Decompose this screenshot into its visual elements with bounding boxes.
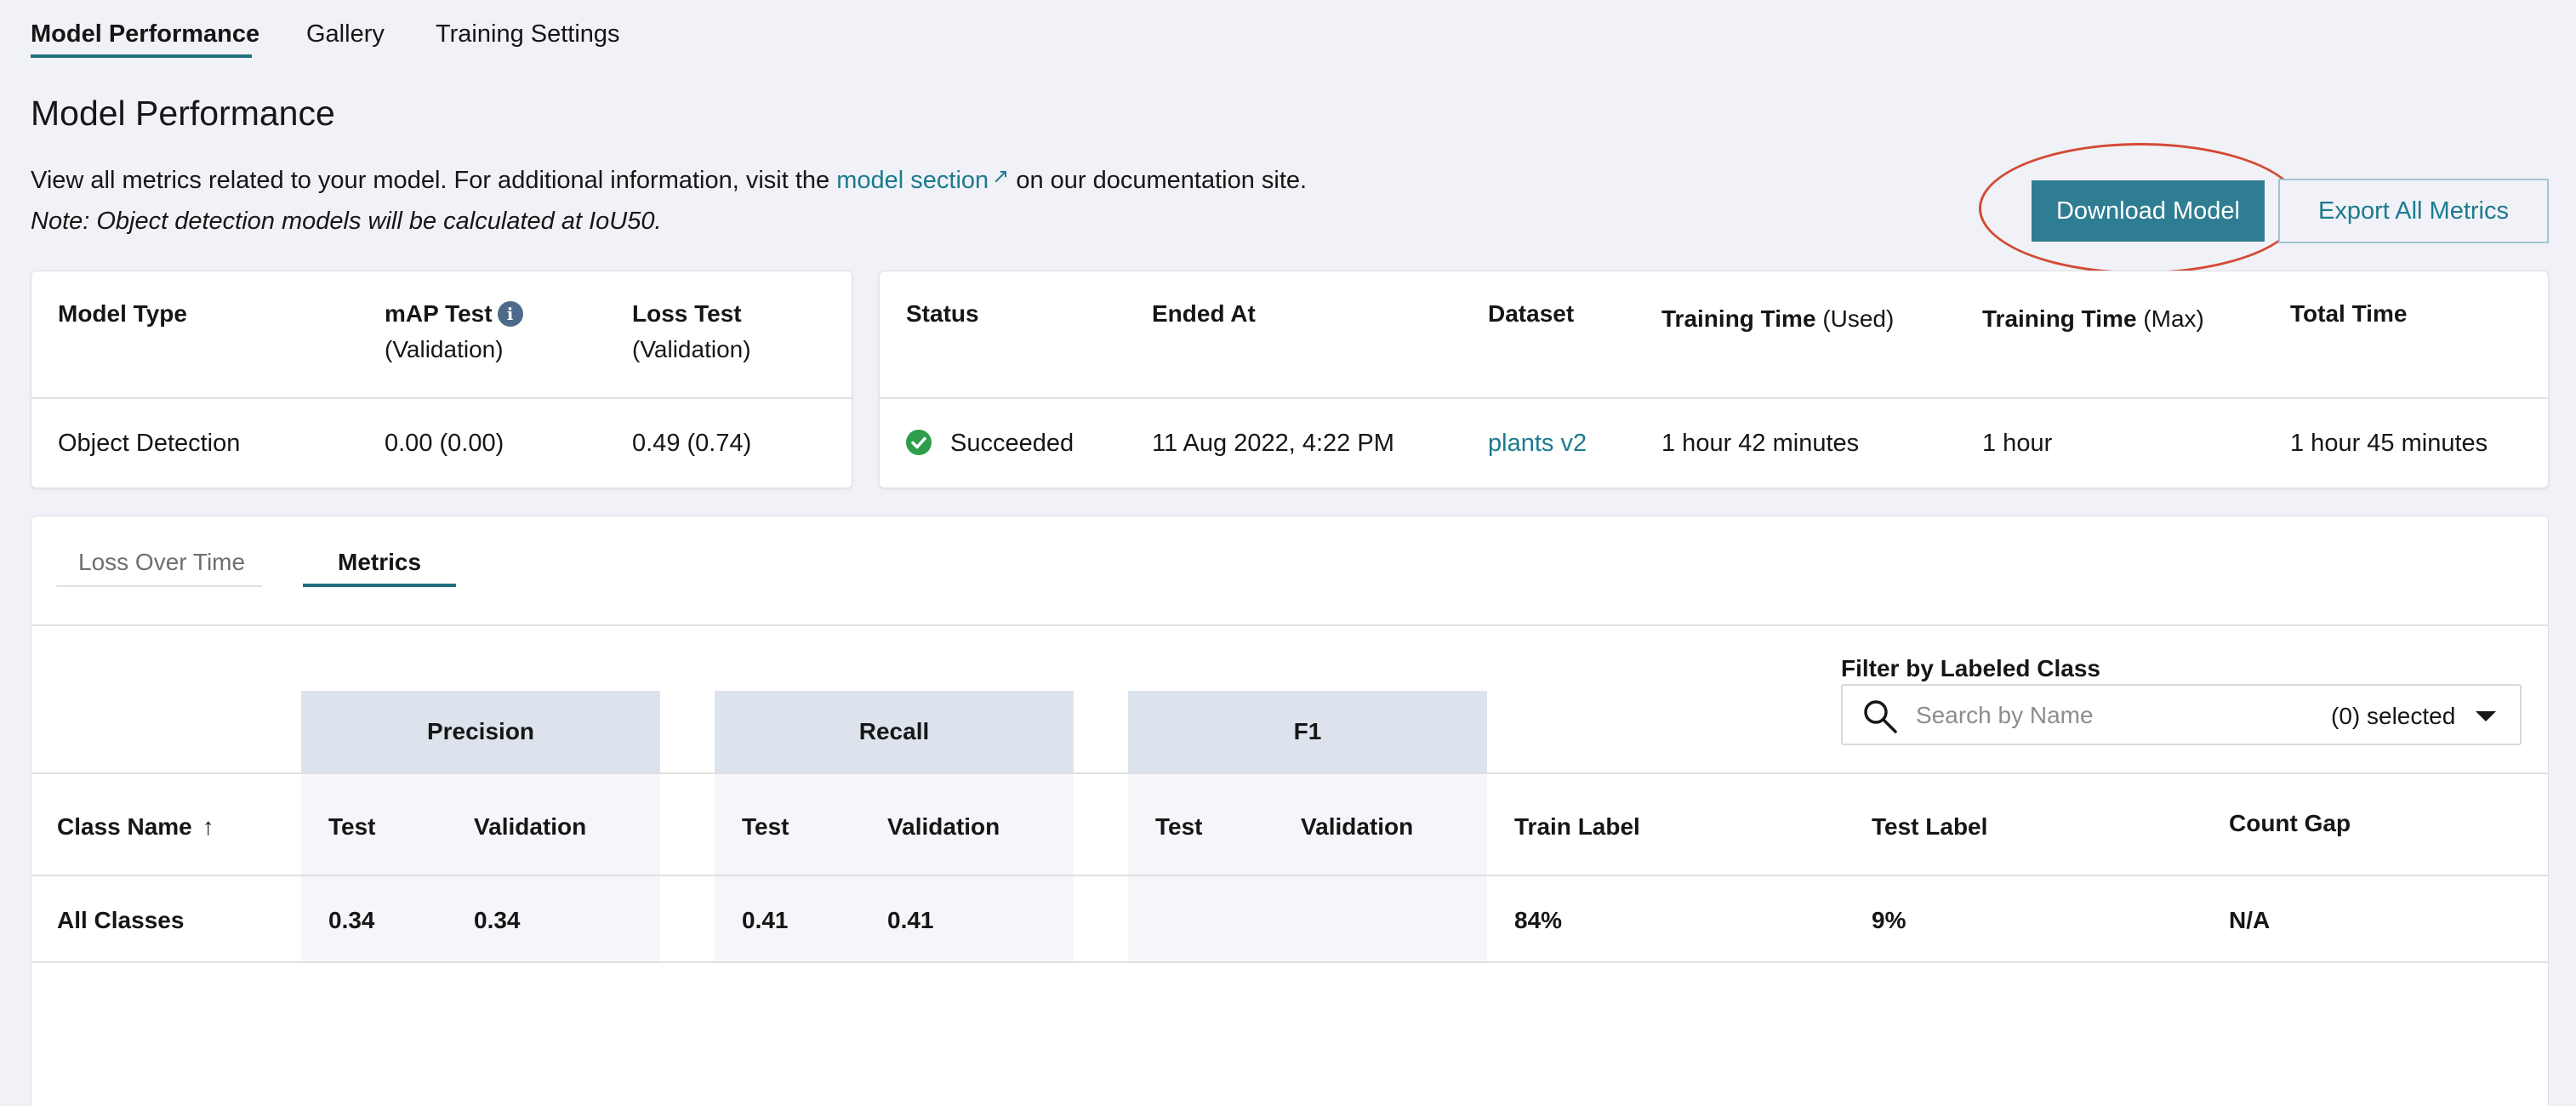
tab-model-performance[interactable]: Model Performance (31, 20, 259, 48)
model-type-value: Object Detection (58, 430, 241, 457)
inactive-tab-underline (56, 585, 262, 587)
class-name-cell: All Classes (57, 907, 185, 933)
dataset-header: Dataset (1488, 300, 1575, 327)
divider (31, 875, 2548, 876)
training-time-used-header: Training Time (Used) (1661, 305, 1894, 333)
count-gap-cell: N/A (2229, 907, 2271, 933)
f1-group-header: F1 (1128, 691, 1487, 772)
active-tab-indicator (31, 54, 252, 58)
iou-note: Note: Object detection models will be ca… (31, 208, 662, 235)
loss-test-value: 0.49 (0.74) (632, 430, 752, 457)
divider (880, 397, 2548, 399)
test-label-header: Test Label (1872, 813, 1988, 840)
recall-test-header: Test (742, 813, 789, 840)
f1-column-shade (1128, 772, 1487, 961)
divider (31, 961, 2548, 963)
tab-loss-over-time[interactable]: Loss Over Time (78, 549, 245, 576)
sort-ascending-icon[interactable]: ↑ (202, 813, 214, 841)
map-test-value: 0.00 (0.00) (385, 430, 504, 457)
map-validation-subheader: (Validation) (385, 336, 504, 362)
ended-at-value: 11 Aug 2022, 4:22 PM (1152, 430, 1394, 457)
divider (31, 772, 2548, 774)
loss-test-header: Loss Test (632, 300, 742, 327)
training-time-max-qualifier: (Max) (2143, 305, 2204, 332)
model-section-link-label: model section (836, 167, 989, 194)
model-summary-card: Model Type mAP Test i (Validation) Loss T… (31, 271, 852, 488)
selected-count: (0) selected (2331, 703, 2456, 729)
precision-validation-cell: 0.34 (474, 907, 521, 933)
loss-validation-subheader: (Validation) (632, 336, 751, 362)
training-time-max-label: Training Time (1982, 305, 2137, 332)
ended-at-header: Ended At (1152, 300, 1256, 327)
page-description: View all metrics related to your model. … (31, 165, 1308, 195)
map-test-header-label: mAP Test (385, 300, 493, 327)
map-test-header: mAP Test i (385, 300, 523, 328)
class-name-header[interactable]: Class Name ↑ (57, 813, 214, 841)
divider (31, 397, 852, 399)
recall-validation-header: Validation (887, 813, 1000, 840)
description-text-end: on our documentation site. (1009, 167, 1308, 194)
precision-test-cell: 0.34 (328, 907, 375, 933)
total-time-value: 1 hour 45 minutes (2290, 430, 2488, 457)
training-time-used-qualifier: (Used) (1822, 305, 1895, 332)
total-time-header: Total Time (2290, 300, 2408, 327)
training-time-used-value: 1 hour 42 minutes (1661, 430, 1860, 457)
highlight-annotation (1979, 143, 2302, 274)
recall-group-header: Recall (715, 691, 1074, 772)
train-label-header: Train Label (1514, 813, 1640, 840)
training-status-card: Status Ended At Dataset Training Time (U… (879, 271, 2549, 488)
tab-gallery[interactable]: Gallery (306, 20, 385, 48)
class-name-header-label: Class Name (57, 813, 192, 840)
tab-metrics[interactable]: Metrics (338, 549, 421, 576)
precision-validation-header: Validation (474, 813, 587, 840)
chevron-down-icon[interactable] (2476, 711, 2496, 721)
dataset-link[interactable]: plants v2 (1488, 430, 1587, 458)
page-title: Model Performance (31, 94, 335, 133)
filter-label: Filter by Labeled Class (1841, 655, 2100, 681)
test-label-cell: 9% (1872, 907, 1906, 933)
description-text-start: View all metrics related to your model. … (31, 167, 837, 194)
train-label-cell: 84% (1514, 907, 1563, 933)
check-circle-icon (906, 430, 932, 455)
divider (31, 624, 2548, 626)
status-header: Status (906, 300, 979, 327)
f1-validation-header: Validation (1301, 813, 1414, 840)
export-all-metrics-button[interactable]: Export All Metrics (2278, 179, 2549, 243)
status-value: Succeeded (950, 430, 1074, 457)
precision-test-header: Test (328, 813, 376, 840)
active-subtab-indicator (303, 584, 456, 587)
model-section-link[interactable]: model section ↗ (836, 165, 1010, 194)
recall-test-cell: 0.41 (742, 907, 789, 933)
f1-test-header: Test (1155, 813, 1203, 840)
info-icon[interactable]: i (497, 301, 523, 327)
precision-group-header: Precision (301, 691, 660, 772)
external-link-icon: ↗ (992, 165, 1010, 188)
tab-training-settings[interactable]: Training Settings (436, 20, 620, 48)
model-type-header: Model Type (58, 300, 187, 327)
class-filter[interactable]: (0) selected (1841, 684, 2522, 745)
recall-validation-cell: 0.41 (887, 907, 934, 933)
search-input[interactable] (1916, 698, 2307, 733)
training-time-max-header: Training Time (Max) (1982, 305, 2204, 333)
training-time-max-value: 1 hour (1982, 430, 2053, 457)
search-icon (1864, 700, 1897, 733)
count-gap-header: Count Gap (2229, 810, 2351, 836)
training-time-used-label: Training Time (1661, 305, 1816, 332)
